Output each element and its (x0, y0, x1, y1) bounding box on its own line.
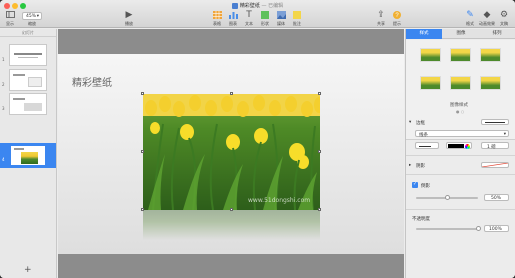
play-button[interactable]: ▶ 播放 (120, 11, 138, 27)
resize-handle[interactable] (230, 208, 233, 211)
media-button[interactable]: 媒体 (274, 11, 288, 27)
zoom-select[interactable]: 45% ▾ (22, 12, 42, 20)
slide[interactable]: 精彩壁纸 www.51dongshi.com (58, 54, 404, 254)
image-style-option[interactable] (450, 76, 471, 90)
opacity-value-field[interactable]: 100% (484, 225, 509, 232)
chevron-down-icon: ▾ (503, 131, 506, 137)
shape-icon (258, 11, 272, 20)
image-style-caption: 图像样式 (450, 103, 468, 108)
zoom-label: 缩放 (28, 21, 36, 26)
format-inspector: 样式 图像 排列 图像样式 ● ○ ▾ 边框 线条 ▾ 1 磅 ▸ 阴影 ✓ 倒… (405, 29, 515, 278)
color-wheel-icon[interactable] (465, 143, 470, 149)
resize-handle[interactable] (141, 92, 144, 95)
comment-icon (290, 11, 304, 20)
opacity-slider-knob[interactable] (475, 226, 481, 231)
document-button[interactable]: ⚙ 文稿 (497, 11, 511, 27)
reflection-value-field[interactable]: 50% (484, 194, 509, 201)
text-button[interactable]: T 文本 (242, 11, 256, 27)
resize-handle[interactable] (318, 150, 321, 153)
tulip-photo-graphic (143, 94, 320, 210)
slide-navigator: 幻灯片 1 2 3 4 + (0, 29, 57, 278)
share-button[interactable]: ⇪ 共享 (374, 11, 388, 27)
slide-number: 4 (2, 157, 5, 162)
image-reflection (143, 210, 320, 240)
slide-number: 1 (2, 57, 5, 62)
sidebar-icon (3, 11, 17, 20)
border-color-well[interactable] (446, 142, 472, 149)
slide-canvas: 精彩壁纸 www.51dongshi.com (58, 29, 404, 278)
paintbrush-icon: ✎ (466, 10, 474, 20)
add-slide-button[interactable]: + (24, 265, 32, 275)
slide-number: 2 (2, 82, 5, 87)
opacity-slider-track[interactable] (416, 228, 478, 230)
chart-icon (226, 11, 240, 20)
image-style-option[interactable] (420, 48, 441, 62)
slide-title[interactable]: 精彩壁纸 (72, 74, 112, 89)
border-label: 边框 (416, 121, 425, 126)
view-button[interactable]: 显示 (3, 11, 17, 27)
image-style-option[interactable] (480, 48, 501, 62)
animate-icon: ◆ (483, 10, 491, 20)
animate-button[interactable]: ◆ 动画效果 (478, 11, 496, 27)
tulip-image[interactable] (143, 94, 320, 210)
text-icon: T (246, 10, 252, 20)
slide-thumbnail-3[interactable] (9, 93, 47, 115)
media-icon (274, 11, 288, 20)
line-style-select[interactable] (415, 142, 439, 149)
table-icon (210, 11, 224, 20)
reflection-checkbox[interactable]: ✓ (412, 181, 418, 188)
gear-icon: ⚙ (499, 10, 509, 20)
resize-handle[interactable] (141, 208, 144, 211)
chart-button[interactable]: 图表 (226, 11, 240, 27)
shadow-preview[interactable] (481, 162, 509, 168)
reflection-slider-knob[interactable] (444, 195, 450, 200)
shadow-label: 阴影 (416, 164, 425, 169)
tips-icon: ? (390, 11, 404, 20)
opacity-label: 不透明度 (412, 217, 430, 222)
resize-handle[interactable] (230, 92, 233, 95)
slide-thumbnail-1[interactable] (9, 44, 47, 66)
chevron-down-icon: ▾ (36, 14, 39, 19)
tab-style[interactable]: 样式 (406, 29, 442, 39)
app-window: 精彩壁纸 — 已编辑 显示 45% ▾ 缩放 ▶ 播放 表格 图表 T 文本 形状 (0, 0, 515, 278)
share-icon: ⇪ (377, 10, 385, 20)
border-width-field[interactable]: 1 磅 (481, 142, 509, 150)
chevron-right-icon[interactable]: ▸ (409, 163, 411, 168)
table-button[interactable]: 表格 (210, 11, 224, 27)
page-dots[interactable]: ● ○ (456, 109, 464, 114)
border-type-select[interactable]: 线条 ▾ (415, 130, 509, 138)
play-icon: ▶ (125, 10, 133, 20)
tab-arrange[interactable]: 排列 (479, 29, 515, 39)
reflection-label: 倒影 (421, 184, 430, 189)
slide-number: 3 (2, 106, 5, 111)
resize-handle[interactable] (318, 92, 321, 95)
toolbar: 精彩壁纸 — 已编辑 显示 45% ▾ 缩放 ▶ 播放 表格 图表 T 文本 形状 (0, 0, 515, 28)
navigator-header: 幻灯片 (0, 29, 56, 37)
window-title: 精彩壁纸 — 已编辑 (0, 2, 515, 9)
format-button[interactable]: ✎ 格式 (462, 11, 478, 27)
watermark-text: www.51dongshi.com (248, 197, 311, 204)
resize-handle[interactable] (318, 208, 321, 211)
slide-thumbnail-4[interactable] (9, 144, 47, 167)
document-icon (231, 2, 238, 9)
image-style-option[interactable] (450, 48, 471, 62)
image-style-option[interactable] (480, 76, 501, 90)
slide-thumbnail-2[interactable] (9, 69, 47, 91)
resize-handle[interactable] (141, 150, 144, 153)
tips-button[interactable]: ? 提示 (390, 11, 404, 27)
border-preview[interactable] (481, 119, 509, 125)
tab-image[interactable]: 图像 (443, 29, 479, 39)
chevron-down-icon[interactable]: ▾ (409, 120, 411, 125)
image-style-option[interactable] (420, 76, 441, 90)
comment-button[interactable]: 批注 (290, 11, 304, 27)
inspector-tabs: 样式 图像 排列 (406, 29, 515, 39)
shape-button[interactable]: 形状 (258, 11, 272, 27)
